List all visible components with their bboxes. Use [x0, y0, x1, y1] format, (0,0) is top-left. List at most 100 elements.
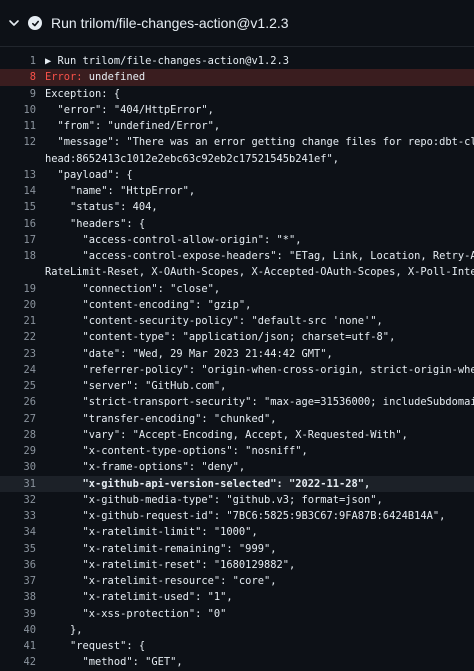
- log-line: 17 "access-control-allow-origin": "*",: [0, 232, 474, 248]
- log-line: 20 "content-encoding": "gzip",: [0, 297, 474, 313]
- check-circle-icon: [28, 16, 42, 30]
- log-line: 9 Exception: {: [0, 86, 474, 102]
- line-text: },: [45, 623, 83, 636]
- line-number[interactable]: 39: [0, 606, 45, 622]
- step-header[interactable]: Run trilom/file-changes-action@v1.2.3: [0, 0, 474, 47]
- line-number[interactable]: 9: [0, 86, 45, 102]
- line-text: "x-ratelimit-resource": "core",: [45, 575, 277, 587]
- line-number[interactable]: 24: [0, 362, 45, 378]
- line-number[interactable]: 29: [0, 443, 45, 459]
- line-number[interactable]: 21: [0, 313, 45, 329]
- line-text: Exception: {: [45, 87, 121, 100]
- error-line: 8 Error: undefined: [0, 69, 474, 86]
- line-text: "connection": "close",: [45, 282, 221, 295]
- line-text: "x-github-api-version-selected": "2022-1…: [45, 477, 371, 490]
- line-number[interactable]: 28: [0, 427, 45, 443]
- line-number[interactable]: 37: [0, 573, 45, 589]
- line-text: Error: undefined: [45, 69, 145, 85]
- line-number[interactable]: 8: [0, 69, 45, 85]
- line-text: "x-ratelimit-reset": "1680129882",: [45, 558, 296, 571]
- line-number[interactable]: [0, 264, 45, 280]
- log-line: RateLimit-Reset, X-OAuth-Scopes, X-Accep…: [0, 264, 474, 280]
- line-text: "x-github-request-id": "7BC6:5825:9B3C67…: [45, 510, 446, 522]
- line-number[interactable]: 22: [0, 329, 45, 345]
- line-number[interactable]: 34: [0, 524, 45, 540]
- log-line: 28 "vary": "Accept-Encoding, Accept, X-R…: [0, 427, 474, 443]
- line-number[interactable]: 18: [0, 248, 45, 264]
- line-text: "x-frame-options": "deny",: [45, 461, 246, 474]
- line-number[interactable]: 41: [0, 638, 45, 654]
- line-number[interactable]: 36: [0, 557, 45, 573]
- line-number[interactable]: 14: [0, 183, 45, 199]
- log-line: 29 "x-content-type-options": "nosniff",: [0, 443, 474, 459]
- log-line: 18 "access-control-expose-headers": "ETa…: [0, 248, 474, 264]
- line-text: "name": "HttpError",: [45, 185, 196, 197]
- line-text: "strict-transport-security": "max-age=31…: [82, 396, 474, 409]
- line-text: "x-ratelimit-remaining": "999",: [45, 542, 277, 555]
- error-label: Error:: [45, 71, 83, 84]
- line-text: "x-xss-protection": "0": [45, 607, 227, 620]
- line-text: "date": "Wed, 29 Mar 2023 21:44:42 GMT",: [45, 347, 333, 360]
- line-number[interactable]: 11: [0, 118, 45, 134]
- line-text: "access-control-expose-headers": "ETag, …: [82, 250, 474, 262]
- line-text: "message": "There was an error getting c…: [57, 136, 474, 149]
- log-line: 11 "from": "undefined/Error",: [0, 118, 474, 134]
- log-line: 42 "method": "GET",: [0, 654, 474, 670]
- line-text: "transfer-encoding": "chunked",: [45, 412, 277, 425]
- chevron-down-icon[interactable]: [8, 17, 20, 29]
- line-number[interactable]: 42: [0, 654, 45, 670]
- line-number[interactable]: [0, 151, 45, 167]
- line-text: "content-encoding": "gzip",: [45, 298, 252, 311]
- log-line: 37 "x-ratelimit-resource": "core",: [0, 573, 474, 589]
- line-text: "access-control-allow-origin": "*",: [45, 233, 302, 246]
- line-text: "x-github-media-type": "github.v3; forma…: [45, 493, 383, 506]
- log-line: 12 "message": "There was an error gettin…: [0, 134, 474, 150]
- line-text: "headers": {: [45, 217, 146, 230]
- line-number[interactable]: 27: [0, 411, 45, 427]
- line-text: "error": "404/HttpError",: [45, 103, 214, 116]
- line-number[interactable]: 19: [0, 281, 45, 297]
- line-number[interactable]: 10: [0, 102, 45, 118]
- line-text: "x-ratelimit-used": "1",: [45, 591, 233, 604]
- line-text: ▶ Run trilom/file-changes-action@v1.2.3: [45, 55, 289, 67]
- log-line: 23 "date": "Wed, 29 Mar 2023 21:44:42 GM…: [0, 346, 474, 362]
- log-line: 10 "error": "404/HttpError",: [0, 102, 474, 118]
- line-text: "content-security-policy": "default-src …: [45, 315, 383, 327]
- line-number[interactable]: 15: [0, 199, 45, 215]
- line-number[interactable]: 40: [0, 622, 45, 638]
- line-number[interactable]: 13: [0, 167, 45, 183]
- line-number[interactable]: 33: [0, 508, 45, 524]
- line-text: "from": "undefined/Error",: [45, 120, 221, 132]
- log-output: 1 ▶ Run trilom/file-changes-action@v1.2.3…: [0, 47, 474, 671]
- log-line: 34 "x-ratelimit-limit": "1000",: [0, 524, 474, 540]
- log-line: 16 "headers": {: [0, 216, 474, 232]
- line-number[interactable]: 25: [0, 378, 45, 394]
- log-line: 27 "transfer-encoding": "chunked",: [0, 411, 474, 427]
- log-line: 22 "content-type": "application/json; ch…: [0, 329, 474, 345]
- line-number[interactable]: 32: [0, 492, 45, 508]
- line-number[interactable]: 26: [0, 394, 45, 410]
- error-value: undefined: [82, 71, 146, 84]
- line-number[interactable]: 16: [0, 216, 45, 232]
- log-line: 25 "server": "GitHub.com",: [0, 378, 474, 394]
- line-number[interactable]: 17: [0, 232, 45, 248]
- line-number[interactable]: 30: [0, 459, 45, 475]
- line-text: "payload": {: [45, 168, 133, 181]
- line-number[interactable]: 1: [0, 53, 45, 69]
- log-line: 31 "x-github-api-version-selected": "202…: [0, 475, 474, 492]
- log-line: head:8652413c1012e2ebc63c92eb2c17521545b…: [0, 151, 474, 167]
- line-number[interactable]: 31: [0, 476, 45, 492]
- line-number[interactable]: 23: [0, 346, 45, 362]
- line-number[interactable]: 38: [0, 589, 45, 605]
- step-title: Run trilom/file-changes-action@v1.2.3: [51, 15, 289, 31]
- line-text: "referrer-policy": "origin-when-cross-or…: [82, 363, 474, 376]
- line-number[interactable]: 12: [0, 134, 45, 150]
- line-number[interactable]: 20: [0, 297, 45, 313]
- line-text: "x-ratelimit-limit": "1000",: [45, 526, 258, 539]
- log-line: 1 ▶ Run trilom/file-changes-action@v1.2.3: [0, 53, 474, 69]
- line-text: "vary": "Accept-Encoding, Accept, X-Requ…: [45, 428, 408, 441]
- line-text: RateLimit-Reset, X-OAuth-Scopes, X-Accep…: [45, 266, 474, 279]
- line-number[interactable]: 35: [0, 541, 45, 557]
- log-line: 35 "x-ratelimit-remaining": "999",: [0, 541, 474, 557]
- log-line: 40 },: [0, 622, 474, 638]
